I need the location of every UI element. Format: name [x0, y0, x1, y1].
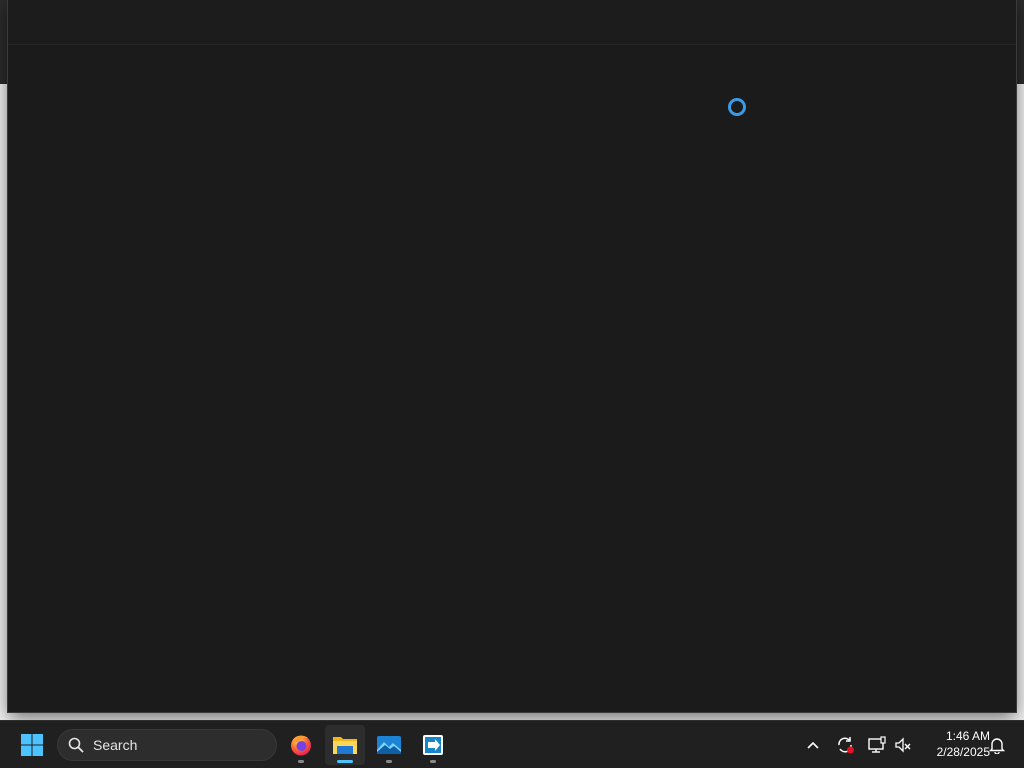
tray-sync-status[interactable] [833, 733, 857, 757]
running-indicator [386, 760, 392, 763]
clock-time: 1:46 AM [945, 729, 990, 743]
taskbar: Search 1:46 AM 2/28/2025 [0, 720, 1024, 768]
bell-icon [988, 738, 1006, 754]
folder-icon [333, 737, 357, 754]
network-icon [868, 736, 886, 753]
firefox-icon [291, 735, 311, 756]
running-indicator [298, 760, 304, 763]
photos-icon [377, 736, 401, 754]
chevron-up-icon [807, 741, 819, 749]
loading-spinner-icon [728, 98, 746, 116]
taskbar-app-photos[interactable] [369, 725, 409, 765]
titlebar-divider [8, 44, 1016, 45]
tray-network[interactable] [865, 733, 889, 757]
remote-arrow-icon [423, 735, 443, 755]
search-label: Search [93, 737, 138, 753]
search-icon [68, 737, 84, 753]
search-box[interactable]: Search [57, 729, 277, 761]
clock-date: 2/28/2025 [936, 745, 990, 759]
system-clock[interactable]: 1:46 AM 2/28/2025 [916, 728, 990, 762]
app-window[interactable] [8, 0, 1016, 712]
show-hidden-icons-button[interactable] [801, 733, 825, 757]
running-indicator [430, 760, 436, 763]
taskbar-app-file-explorer[interactable] [325, 725, 365, 765]
desktop [0, 0, 1024, 720]
sync-alert-icon [838, 737, 854, 754]
app-titlebar[interactable] [8, 0, 1016, 44]
active-indicator [337, 760, 353, 763]
taskbar-app-firefox[interactable] [281, 725, 321, 765]
notifications-button[interactable] [985, 733, 1009, 757]
volume-muted-icon [895, 737, 911, 753]
start-button[interactable] [12, 725, 52, 765]
tray-volume[interactable] [891, 733, 915, 757]
windows-start-icon [21, 734, 43, 756]
taskbar-app-remote[interactable] [413, 725, 453, 765]
